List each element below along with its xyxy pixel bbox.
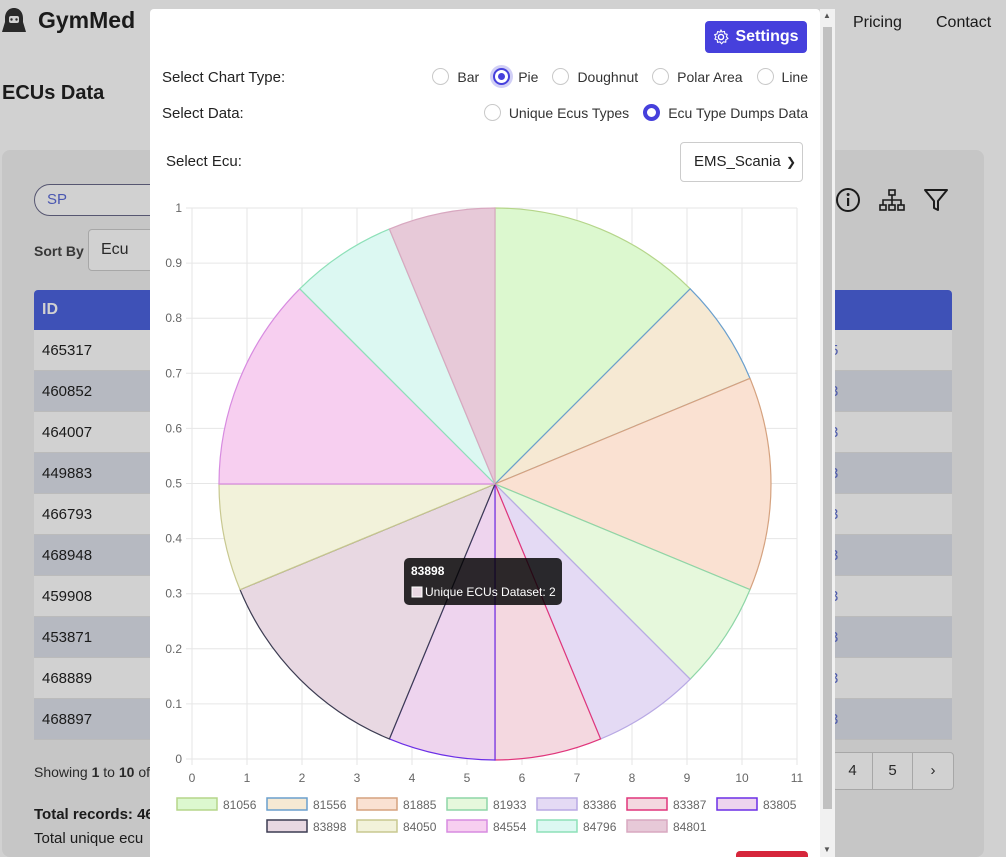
legend-swatch-84801[interactable] xyxy=(626,819,668,833)
legend-swatch-83898[interactable] xyxy=(266,819,308,833)
data-radio-label: Ecu Type Dumps Data xyxy=(668,104,808,121)
legend-swatch-84796[interactable] xyxy=(536,819,578,833)
chart-type-radio-label: Polar Area xyxy=(677,68,743,85)
tooltip-body: Unique ECUs Dataset: 2 xyxy=(425,585,556,599)
y-tick-label: 1 xyxy=(175,201,182,215)
legend-label[interactable]: 81056 xyxy=(223,798,257,812)
chart-type-radio-pie[interactable]: Pie xyxy=(493,68,538,85)
legend-swatch-83387[interactable] xyxy=(626,797,668,811)
modal-scrollbar[interactable]: ▲ ▼ xyxy=(820,9,835,857)
legend-swatch-84050[interactable] xyxy=(356,819,398,833)
legend-label[interactable]: 84050 xyxy=(403,820,437,834)
legend-swatch-81885[interactable] xyxy=(356,797,398,811)
data-radio-ecu-type-dumps-data[interactable]: Ecu Type Dumps Data xyxy=(643,104,808,121)
close-button[interactable] xyxy=(736,851,808,857)
x-tick-label: 5 xyxy=(464,771,471,785)
radio-circle-icon[interactable] xyxy=(432,68,450,85)
x-tick-label: 3 xyxy=(354,771,361,785)
x-tick-label: 2 xyxy=(299,771,306,785)
y-tick-label: 0.4 xyxy=(165,532,182,546)
tooltip-swatch xyxy=(411,586,423,598)
x-tick-label: 7 xyxy=(574,771,581,785)
legend-swatch-84554[interactable] xyxy=(446,819,488,833)
legend-label[interactable]: 81556 xyxy=(313,798,347,812)
chart-type-radio-label: Line xyxy=(781,68,808,85)
legend-swatch-81556[interactable] xyxy=(266,797,308,811)
y-tick-label: 0.7 xyxy=(165,366,182,380)
y-tick-label: 0.2 xyxy=(165,642,182,656)
chart-type-radio-polar-area[interactable]: Polar Area xyxy=(652,68,743,85)
chart-type-radio-group: Bar Pie Doughnut Polar Area Line xyxy=(418,68,808,85)
y-tick-label: 0.5 xyxy=(165,477,182,491)
radio-circle-icon[interactable] xyxy=(756,68,774,85)
x-tick-label: 10 xyxy=(735,771,749,785)
scroll-up-arrow-icon[interactable]: ▲ xyxy=(823,11,831,20)
legend-swatch-81933[interactable] xyxy=(446,797,488,811)
legend-label[interactable]: 83386 xyxy=(583,798,617,812)
x-tick-label: 4 xyxy=(409,771,416,785)
y-tick-label: 0.9 xyxy=(165,256,182,270)
x-tick-label: 1 xyxy=(244,771,251,785)
y-tick-label: 0.3 xyxy=(165,587,182,601)
radio-circle-icon[interactable] xyxy=(483,104,501,121)
x-tick-label: 11 xyxy=(791,771,804,785)
data-radio-label: Unique Ecus Types xyxy=(508,104,630,121)
chart-type-radio-bar[interactable]: Bar xyxy=(432,68,479,85)
radio-circle-icon[interactable] xyxy=(643,104,661,121)
legend-label[interactable]: 81885 xyxy=(403,798,437,812)
radio-circle-icon[interactable] xyxy=(652,68,670,85)
legend-swatch-81056[interactable] xyxy=(176,797,218,811)
y-tick-label: 0.8 xyxy=(165,311,182,325)
legend-label[interactable]: 84801 xyxy=(673,820,707,834)
legend-label[interactable]: 84796 xyxy=(583,820,617,834)
settings-button[interactable]: Settings xyxy=(705,21,807,53)
legend-label[interactable]: 84554 xyxy=(493,820,527,834)
legend-swatch-83805[interactable] xyxy=(716,797,758,811)
gear-icon xyxy=(714,29,729,45)
legend-label[interactable]: 83805 xyxy=(763,798,797,812)
chart-type-radio-label: Doughnut xyxy=(577,68,639,85)
legend-label[interactable]: 81933 xyxy=(493,798,527,812)
radio-circle-icon[interactable] xyxy=(552,68,570,85)
chart-modal: Settings Select Chart Type: Bar Pie Doughn… xyxy=(150,9,820,857)
ecu-select-value: EMS_Scania xyxy=(694,153,781,170)
x-tick-label: 8 xyxy=(629,771,636,785)
data-label: Select Data: xyxy=(162,105,244,122)
tooltip-title: 83898 xyxy=(411,564,445,578)
scroll-thumb[interactable] xyxy=(823,27,832,809)
legend-label[interactable]: 83898 xyxy=(313,820,347,834)
y-tick-label: 0.1 xyxy=(165,697,182,711)
x-tick-label: 0 xyxy=(189,771,196,785)
y-tick-label: 0.6 xyxy=(165,421,182,435)
chevron-down-icon: ❯ xyxy=(785,155,796,169)
pie-chart[interactable]: 0 1 2 3 4 5 6 7 8 9 10 11 0 0.1 0.2 0.3 0.4 0.5 0.6 0.7 0.8 0… xyxy=(150,199,820,844)
chart-type-radio-label: Pie xyxy=(518,68,539,85)
data-radio-unique-ecus-types[interactable]: Unique Ecus Types xyxy=(483,104,630,121)
chart-type-radio-line[interactable]: Line xyxy=(756,68,808,85)
ecu-label: Select Ecu: xyxy=(166,153,242,170)
chart-type-radio-doughnut[interactable]: Doughnut xyxy=(552,68,638,85)
radio-circle-icon[interactable] xyxy=(493,68,511,85)
chart-type-label: Select Chart Type: xyxy=(162,69,286,86)
legend-label[interactable]: 83387 xyxy=(673,798,707,812)
y-tick-label: 0 xyxy=(175,752,182,766)
data-radio-group: Unique Ecus Types Ecu Type Dumps Data xyxy=(470,104,808,121)
scroll-down-arrow-icon[interactable]: ▼ xyxy=(823,845,831,854)
ecu-select[interactable]: EMS_Scania ❯ xyxy=(680,142,803,182)
legend-swatch-83386[interactable] xyxy=(536,797,578,811)
settings-button-label: Settings xyxy=(735,28,799,45)
chart-tooltip: 83898 Unique ECUs Dataset: 2 xyxy=(404,558,562,605)
x-tick-label: 9 xyxy=(684,771,691,785)
x-tick-label: 6 xyxy=(519,771,526,785)
chart-type-radio-label: Bar xyxy=(457,68,480,85)
